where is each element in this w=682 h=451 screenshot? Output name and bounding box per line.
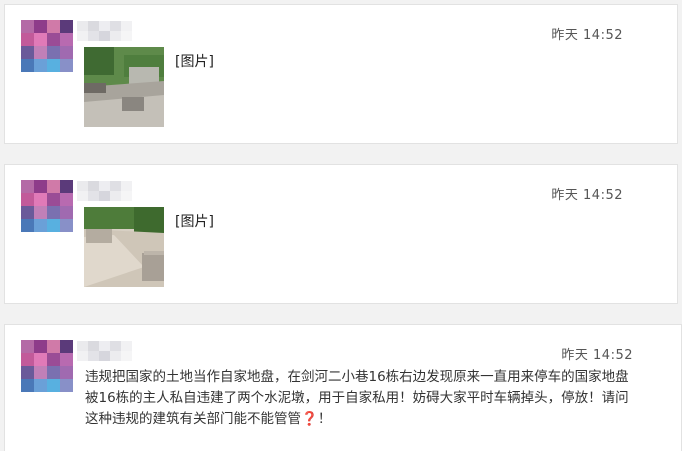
message-card[interactable]: 昨天 14:52 违规把国家的土地当作自家地盘，在剑河二小巷16栋右边发现原来一… (4, 324, 682, 451)
avatar[interactable] (21, 180, 73, 232)
timestamp: 昨天 14:52 (561, 348, 633, 363)
post-body: 违规把国家的土地当作自家地盘，在剑河二小巷16栋右边发现原来一直用来停车的国家地… (85, 369, 629, 427)
photo-thumbnail-icon (84, 47, 164, 127)
message-feed: 昨天 14:52 [图片] 昨天 14:52 [图片] 昨天 14:52 违规把… (0, 0, 682, 451)
avatar[interactable] (21, 20, 73, 72)
message-card[interactable]: 昨天 14:52 [图片] (4, 164, 678, 304)
post-tail: ！ (317, 411, 332, 427)
red-question-mark-icon: ❓ (301, 411, 318, 427)
photo-thumbnail[interactable] (84, 207, 164, 287)
post-text: 违规把国家的土地当作自家地盘，在剑河二小巷16栋右边发现原来一直用来停车的国家地… (85, 367, 640, 430)
username-blurred[interactable] (77, 181, 133, 201)
avatar[interactable] (21, 340, 73, 392)
timestamp: 昨天 14:52 (551, 188, 623, 203)
message-card[interactable]: 昨天 14:52 [图片] (4, 4, 678, 144)
timestamp: 昨天 14:52 (551, 28, 623, 43)
username-blurred[interactable] (77, 21, 133, 41)
photo-thumbnail-icon (84, 207, 164, 287)
username-blurred[interactable] (77, 341, 133, 361)
image-label: [图片] (175, 54, 214, 70)
photo-thumbnail[interactable] (84, 47, 164, 127)
image-label: [图片] (175, 214, 214, 230)
